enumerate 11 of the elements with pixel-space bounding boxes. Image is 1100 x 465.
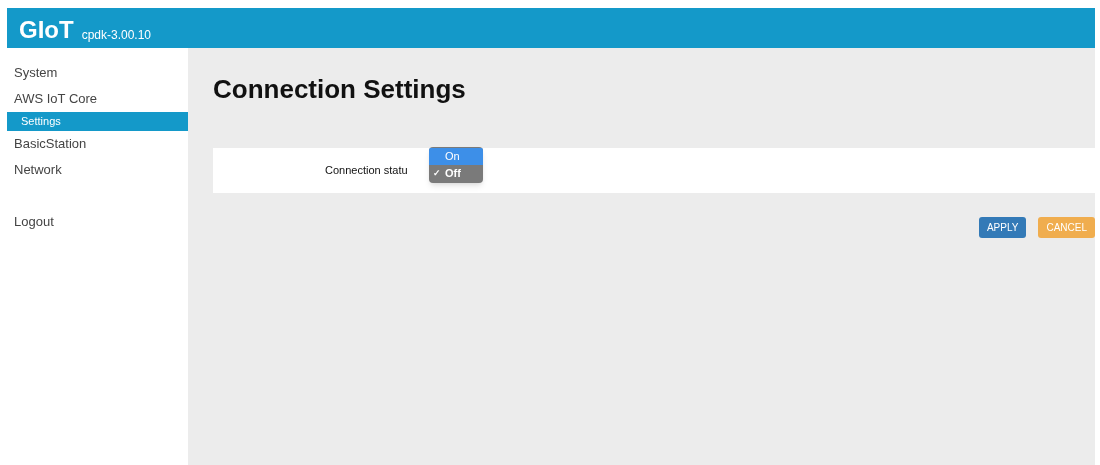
page-title: Connection Settings [213, 73, 467, 106]
apply-button[interactable]: APPLY [978, 217, 1027, 238]
dropdown-option[interactable]: ✓ Off [429, 165, 483, 182]
sidebar-item[interactable]: System [7, 60, 188, 86]
sidebar-item[interactable]: AWS IoT Core [7, 86, 188, 112]
sidebar-item[interactable]: BasicStation [7, 131, 188, 157]
field-label: Connection statu [325, 163, 408, 179]
sidebar-item[interactable]: Network [7, 157, 188, 183]
logout-link[interactable]: Logout [7, 209, 188, 235]
version-label: cpdk-3.00.10 [81, 27, 152, 44]
logo: GIoT [19, 15, 74, 45]
